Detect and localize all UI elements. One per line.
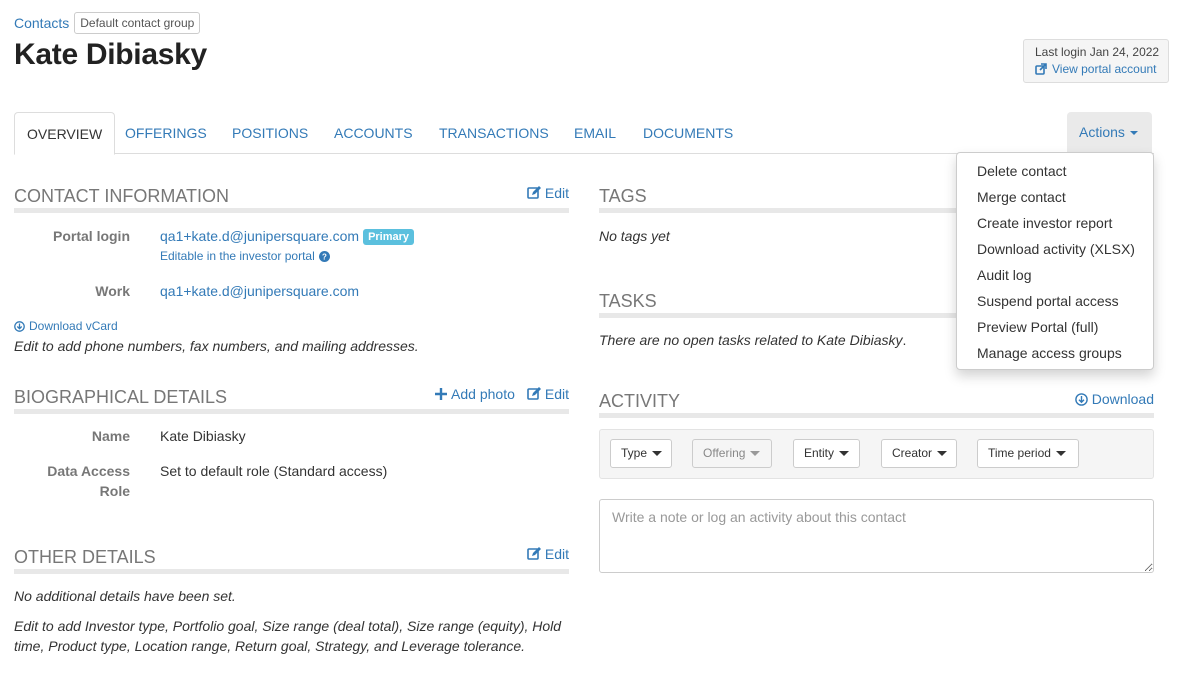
download-circle-icon: [14, 320, 25, 332]
tab-email[interactable]: EMAIL: [562, 112, 628, 154]
tasks-heading: TASKS: [599, 291, 657, 311]
menu-item-create-investor-report[interactable]: Create investor report: [957, 210, 1153, 236]
name-value: Kate Dibiasky: [160, 428, 246, 444]
editable-in-portal-note: Editable in the investor portal ?: [160, 249, 330, 263]
page-title: Kate Dibiasky: [14, 38, 207, 71]
data-access-role-label: Role: [99, 483, 130, 499]
portal-login-row: qa1+kate.d@junipersquare.com Primary: [160, 228, 415, 245]
portal-login-email-link[interactable]: qa1+kate.d@junipersquare.com: [160, 228, 359, 244]
tab-accounts[interactable]: ACCOUNTS: [322, 112, 425, 154]
filter-creator-label: Creator: [892, 446, 933, 460]
contact-info-hint: Edit to add phone numbers, fax numbers, …: [14, 338, 419, 354]
portal-login-label: Portal login: [53, 228, 130, 244]
other-details-empty: No additional details have been set.: [14, 588, 236, 604]
primary-badge: Primary: [363, 229, 415, 245]
menu-item-download-activity[interactable]: Download activity (XLSX): [957, 236, 1153, 262]
tab-positions[interactable]: POSITIONS: [220, 112, 320, 154]
menu-item-manage-access-groups[interactable]: Manage access groups: [957, 340, 1153, 366]
filter-time-period-label: Time period: [988, 446, 1051, 460]
biographical-details-heading: BIOGRAPHICAL DETAILS: [14, 387, 228, 407]
other-details-header: OTHER DETAILS Edit: [14, 546, 569, 574]
activity-header: ACTIVITY Download: [599, 391, 1154, 418]
download-label: Download: [1091, 391, 1154, 407]
add-photo-label: Add photo: [451, 386, 515, 402]
contact-information-heading: CONTACT INFORMATION: [14, 186, 229, 206]
add-photo-button[interactable]: Add photo: [435, 386, 515, 402]
filter-type-label: Type: [621, 446, 648, 460]
edit-icon: [527, 186, 541, 199]
data-access-value: Set to default role (Standard access): [160, 463, 388, 479]
edit-label: Edit: [544, 185, 569, 201]
tab-transactions[interactable]: TRANSACTIONS: [427, 112, 561, 154]
other-details-hint-line1: Edit to add Investor type, Portfolio goa…: [14, 618, 562, 634]
edit-label: Edit: [544, 546, 569, 562]
activity-note-input[interactable]: [599, 499, 1154, 573]
view-portal-account-label: View portal account: [1052, 62, 1157, 76]
tags-empty: No tags yet: [599, 228, 670, 244]
last-login-text: Last login Jan 24, 2022: [1035, 45, 1160, 59]
other-details-hint-line2: time, Product type, Location range, Retu…: [14, 638, 526, 654]
actions-dropdown-button[interactable]: Actions: [1067, 112, 1152, 153]
view-portal-account-link[interactable]: View portal account: [1035, 62, 1168, 76]
caret-down-icon: [839, 451, 850, 457]
tasks-contact-name: Kate Dibiasky: [816, 332, 903, 348]
caret-down-icon: [1129, 131, 1138, 136]
menu-item-preview-portal[interactable]: Preview Portal (full): [957, 314, 1153, 340]
biographical-details-header: BIOGRAPHICAL DETAILS Add photo Edit: [14, 386, 569, 414]
bio-actions: Add photo Edit: [435, 386, 569, 402]
filter-offering[interactable]: Offering: [692, 439, 772, 468]
contact-group-badge[interactable]: Default contact group: [74, 12, 201, 34]
work-email-label: Work: [95, 283, 130, 299]
caret-down-icon: [652, 451, 663, 457]
caret-down-icon: [750, 451, 761, 457]
actions-label: Actions: [1079, 124, 1125, 140]
filter-time-period[interactable]: Time period: [977, 439, 1079, 468]
work-email-link[interactable]: qa1+kate.d@junipersquare.com: [160, 283, 359, 299]
download-circle-icon: [1074, 392, 1088, 406]
other-details-edit-button[interactable]: Edit: [527, 546, 569, 562]
menu-item-suspend-portal-access[interactable]: Suspend portal access: [957, 288, 1153, 314]
menu-item-audit-log[interactable]: Audit log: [957, 262, 1153, 288]
activity-filters: Type Offering Entity Creator Time period: [599, 429, 1154, 479]
breadcrumb: Contacts Default contact group: [14, 12, 201, 34]
filter-entity-label: Entity: [804, 446, 835, 460]
filter-creator[interactable]: Creator: [881, 439, 957, 468]
plus-icon: [435, 388, 448, 400]
tasks-empty-prefix: There are no open tasks related to: [599, 332, 817, 348]
actions-menu: Delete contact Merge contact Create inve…: [956, 152, 1154, 370]
tab-bar: OVERVIEW OFFERINGS POSITIONS ACCOUNTS TR…: [14, 112, 1154, 155]
filter-type[interactable]: Type: [610, 439, 672, 468]
name-label: Name: [91, 428, 130, 444]
menu-item-merge-contact[interactable]: Merge contact: [957, 184, 1153, 210]
filter-offering-label: Offering: [703, 446, 746, 460]
caret-down-icon: [1055, 451, 1066, 457]
tasks-empty: There are no open tasks related to Kate …: [599, 332, 906, 348]
filter-entity[interactable]: Entity: [793, 439, 860, 468]
external-link-icon: [1035, 63, 1047, 75]
download-vcard-label: Download vCard: [29, 319, 118, 333]
other-details-heading: OTHER DETAILS: [14, 547, 156, 567]
editable-note-text: Editable in the investor portal: [160, 249, 315, 263]
contact-info-edit-button[interactable]: Edit: [527, 185, 569, 201]
activity-heading: ACTIVITY: [599, 391, 681, 411]
last-login-box: Last login Jan 24, 2022 View portal acco…: [1023, 39, 1169, 83]
data-access-label: Data Access: [47, 463, 130, 479]
download-vcard-link[interactable]: Download vCard: [14, 319, 118, 333]
caret-down-icon: [937, 451, 948, 457]
tags-heading: TAGS: [599, 186, 647, 206]
breadcrumb-contacts-link[interactable]: Contacts: [14, 15, 69, 31]
edit-icon: [527, 547, 541, 560]
contact-information-header: CONTACT INFORMATION Edit: [14, 185, 569, 213]
activity-download-button[interactable]: Download: [1074, 391, 1154, 407]
svg-text:?: ?: [322, 252, 327, 261]
tab-documents[interactable]: DOCUMENTS: [631, 112, 745, 154]
menu-item-delete-contact[interactable]: Delete contact: [957, 158, 1153, 184]
edit-label: Edit: [544, 386, 569, 402]
question-circle-icon[interactable]: ?: [318, 250, 330, 262]
tasks-empty-suffix: .: [902, 332, 907, 348]
tab-overview[interactable]: OVERVIEW: [14, 112, 116, 155]
bio-edit-button[interactable]: Edit: [527, 386, 569, 402]
tab-offerings[interactable]: OFFERINGS: [113, 112, 219, 154]
edit-icon: [527, 387, 541, 400]
